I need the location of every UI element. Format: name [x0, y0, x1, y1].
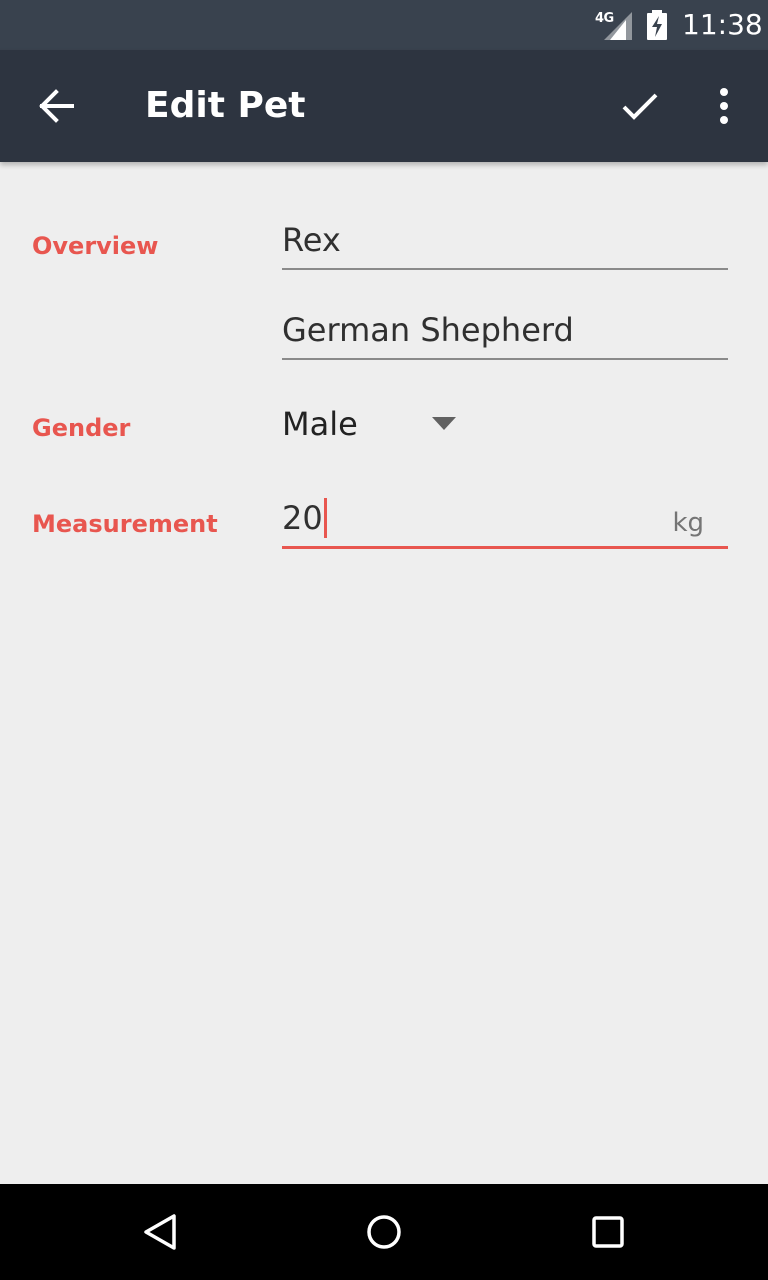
back-triangle-icon[interactable]	[136, 1208, 184, 1256]
more-vert-icon[interactable]	[700, 78, 748, 134]
measurement-unit: kg	[672, 508, 704, 538]
clock: 11:38	[682, 8, 763, 41]
measurement-field[interactable]: 20 kg	[282, 496, 728, 549]
app-toolbar: Edit Pet	[0, 50, 768, 162]
check-icon[interactable]	[612, 78, 668, 134]
recents-square-icon[interactable]	[584, 1208, 632, 1256]
pet-name-value: Rex	[282, 221, 341, 259]
pet-name-field[interactable]: Rex	[282, 218, 728, 270]
back-arrow-icon[interactable]	[28, 78, 84, 134]
gender-dropdown[interactable]: Male	[282, 400, 482, 450]
status-bar: 4G 11:38	[0, 0, 768, 50]
battery-charging-icon	[647, 10, 667, 40]
home-circle-icon[interactable]	[360, 1208, 408, 1256]
text-cursor	[323, 498, 327, 538]
measurement-label: Measurement	[32, 510, 218, 538]
dropdown-arrow-icon	[432, 417, 456, 430]
measurement-value: 20	[282, 499, 323, 537]
pet-breed-field[interactable]: German Shepherd	[282, 308, 728, 360]
overview-label: Overview	[32, 232, 159, 260]
pet-breed-value: German Shepherd	[282, 311, 574, 349]
gender-value: Male	[282, 405, 358, 443]
measurement-value-wrap: 20	[282, 498, 327, 538]
system-nav-bar	[0, 1184, 768, 1280]
network-type: 4G	[595, 11, 614, 26]
page-title: Edit Pet	[145, 85, 306, 126]
gender-label: Gender	[32, 414, 131, 442]
